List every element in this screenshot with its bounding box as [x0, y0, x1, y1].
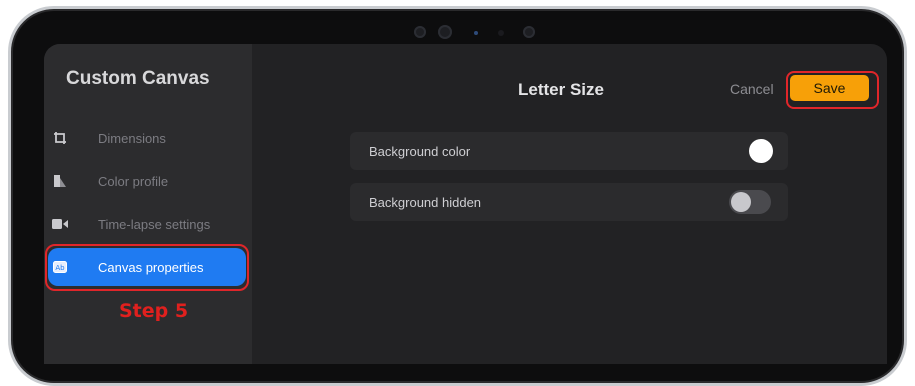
step-annotation: Step 5: [119, 300, 189, 322]
sensor-icon: [498, 30, 504, 36]
setting-row-background-color[interactable]: Background color: [350, 132, 788, 170]
camera-icon: [438, 25, 452, 39]
crop-icon: [52, 130, 68, 146]
save-button-wrapper: Save: [786, 71, 879, 109]
setting-label: Background color: [369, 143, 471, 159]
indicator-light-icon: [474, 31, 478, 35]
highlight-ring: [45, 244, 249, 291]
sidebar-item-color-profile[interactable]: Color profile: [48, 162, 246, 200]
toggle-knob: [731, 192, 751, 212]
sidebar-item-time-lapse[interactable]: Time-lapse settings: [48, 205, 246, 243]
sidebar-item-dimensions[interactable]: Dimensions: [48, 119, 246, 157]
setting-label: Background hidden: [369, 194, 482, 210]
sidebar: Custom Canvas Dimensions Color profile T…: [44, 44, 252, 364]
setting-row-background-hidden: Background hidden: [350, 183, 788, 221]
sidebar-item-label: Color profile: [98, 173, 169, 189]
sidebar-item-label: Time-lapse settings: [98, 216, 211, 232]
camera-icon: [523, 26, 535, 38]
cancel-button[interactable]: Cancel: [730, 81, 774, 97]
background-hidden-toggle[interactable]: [729, 190, 771, 214]
sidebar-title: Custom Canvas: [66, 68, 210, 89]
camera-bar: [406, 21, 546, 43]
sidebar-item-label: Dimensions: [98, 130, 166, 146]
page-title: Letter Size: [518, 80, 604, 99]
video-camera-icon: [52, 216, 68, 232]
sensor-icon: [414, 26, 426, 38]
color-swatch[interactable]: [749, 139, 773, 163]
app-screen: Custom Canvas Dimensions Color profile T…: [44, 44, 887, 364]
color-profile-icon: [52, 173, 68, 189]
save-button[interactable]: Save: [790, 75, 869, 101]
